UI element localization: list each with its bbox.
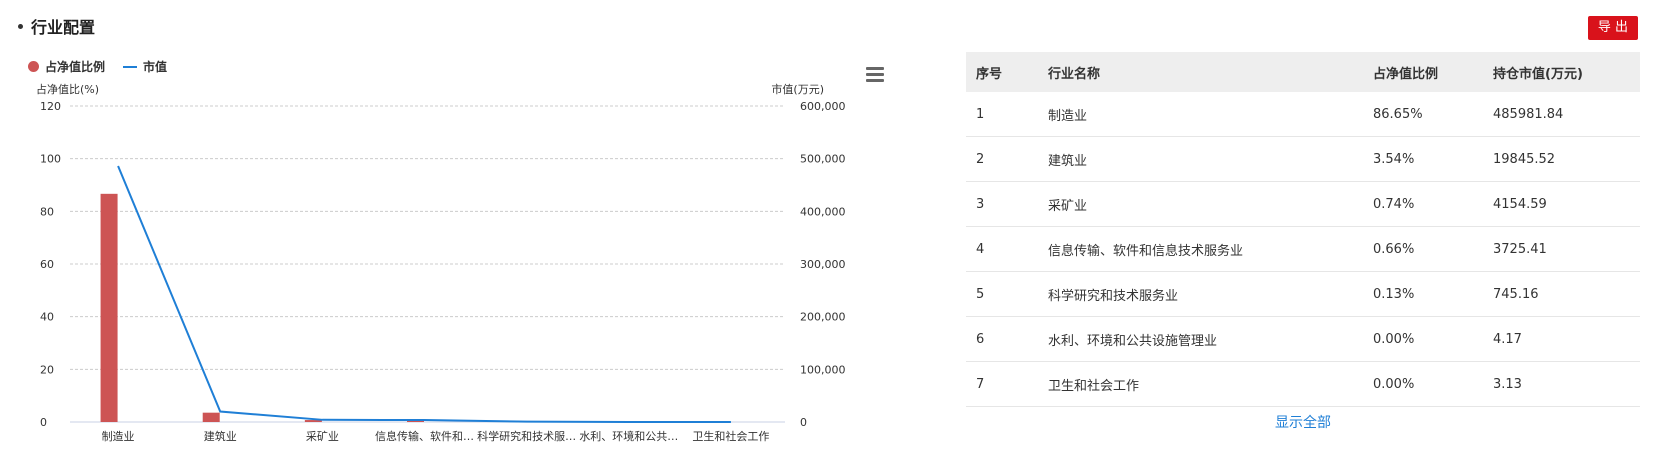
column-header-index: 序号 bbox=[966, 52, 1038, 92]
x-tick-label: 卫生和社会工作 bbox=[692, 429, 769, 443]
left-tick-label: 20 bbox=[40, 363, 54, 376]
market-value-line[interactable] bbox=[117, 165, 731, 423]
bar[interactable] bbox=[202, 412, 220, 422]
table-row: 5 科学研究和技术服务业 0.13% 745.16 bbox=[966, 271, 1640, 317]
table-header-row: 序号 行业名称 占净值比例 持仓市值(万元) bbox=[966, 52, 1640, 92]
right-tick-label: 300,000 bbox=[800, 258, 846, 271]
bar[interactable] bbox=[100, 193, 118, 422]
cell-industry: 制造业 bbox=[1038, 92, 1363, 137]
cell-value: 3725.41 bbox=[1483, 226, 1640, 272]
export-button[interactable]: 导 出 bbox=[1587, 16, 1638, 40]
x-tick-label: 科学研究和技术服… bbox=[477, 429, 576, 443]
cell-index: 1 bbox=[966, 92, 1038, 137]
x-tick-label: 信息传输、软件和… bbox=[375, 429, 474, 443]
right-tick-label: 200,000 bbox=[800, 311, 846, 324]
table-row: 7 卫生和社会工作 0.00% 3.13 bbox=[966, 361, 1640, 407]
cell-value: 3.13 bbox=[1483, 361, 1640, 407]
cell-industry: 卫生和社会工作 bbox=[1038, 361, 1363, 407]
cell-industry: 水利、环境和公共设施管理业 bbox=[1038, 316, 1363, 362]
left-tick-label: 80 bbox=[40, 205, 54, 218]
cell-index: 3 bbox=[966, 181, 1038, 227]
table-row: 4 信息传输、软件和信息技术服务业 0.66% 3725.41 bbox=[966, 226, 1640, 272]
left-tick-label: 0 bbox=[40, 416, 47, 429]
right-tick-label: 600,000 bbox=[800, 100, 846, 113]
show-all-link[interactable]: 显示全部 bbox=[966, 412, 1640, 432]
cell-index: 6 bbox=[966, 316, 1038, 362]
cell-industry: 采矿业 bbox=[1038, 181, 1363, 227]
cell-industry: 建筑业 bbox=[1038, 136, 1363, 182]
right-tick-label: 500,000 bbox=[800, 153, 846, 166]
cell-industry: 信息传输、软件和信息技术服务业 bbox=[1038, 226, 1363, 272]
left-tick-label: 120 bbox=[40, 100, 61, 113]
left-tick-label: 60 bbox=[40, 258, 54, 271]
cell-index: 4 bbox=[966, 226, 1038, 272]
cell-ratio: 0.00% bbox=[1363, 361, 1483, 407]
cell-index: 5 bbox=[966, 271, 1038, 317]
cell-value: 485981.84 bbox=[1483, 92, 1640, 137]
right-tick-label: 100,000 bbox=[800, 363, 846, 376]
cell-ratio: 0.74% bbox=[1363, 181, 1483, 227]
left-axis-label: 占净值比(%) bbox=[36, 82, 99, 96]
table-row: 3 采矿业 0.74% 4154.59 bbox=[966, 181, 1640, 227]
column-header-ratio: 占净值比例 bbox=[1363, 52, 1483, 92]
table-row: 2 建筑业 3.54% 19845.52 bbox=[966, 136, 1640, 182]
cell-value: 745.16 bbox=[1483, 271, 1640, 317]
left-tick-label: 40 bbox=[40, 311, 54, 324]
cell-index: 7 bbox=[966, 361, 1038, 407]
x-tick-label: 建筑业 bbox=[204, 429, 237, 443]
table-row: 1 制造业 86.65% 485981.84 bbox=[966, 92, 1640, 137]
column-header-name: 行业名称 bbox=[1038, 52, 1363, 92]
cell-ratio: 0.00% bbox=[1363, 316, 1483, 362]
right-axis-label: 市值(万元) bbox=[771, 82, 824, 96]
column-header-value: 持仓市值(万元) bbox=[1483, 52, 1640, 92]
left-tick-label: 100 bbox=[40, 153, 61, 166]
cell-value: 4.17 bbox=[1483, 316, 1640, 362]
cell-ratio: 3.54% bbox=[1363, 136, 1483, 182]
x-tick-label: 采矿业 bbox=[306, 430, 339, 443]
cell-index: 2 bbox=[966, 136, 1038, 182]
industry-chart: 占净值比(%) 市值(万元) 0 0 20 100,000 40 200,000 60 300… bbox=[36, 82, 846, 443]
industry-table: 序号 行业名称 占净值比例 持仓市值(万元) 1 制造业 86.65% 485981.… bbox=[966, 52, 1640, 407]
cell-ratio: 0.13% bbox=[1363, 271, 1483, 317]
cell-ratio: 86.65% bbox=[1363, 92, 1483, 137]
right-tick-label: 0 bbox=[800, 416, 807, 429]
cell-value: 19845.52 bbox=[1483, 136, 1640, 182]
cell-value: 4154.59 bbox=[1483, 181, 1640, 227]
table-row: 6 水利、环境和公共设施管理业 0.00% 4.17 bbox=[966, 316, 1640, 362]
cell-industry: 科学研究和技术服务业 bbox=[1038, 271, 1363, 317]
right-tick-label: 400,000 bbox=[800, 205, 846, 218]
x-tick-label: 水利、环境和公共… bbox=[579, 429, 678, 443]
cell-ratio: 0.66% bbox=[1363, 226, 1483, 272]
x-tick-label: 制造业 bbox=[102, 429, 135, 443]
